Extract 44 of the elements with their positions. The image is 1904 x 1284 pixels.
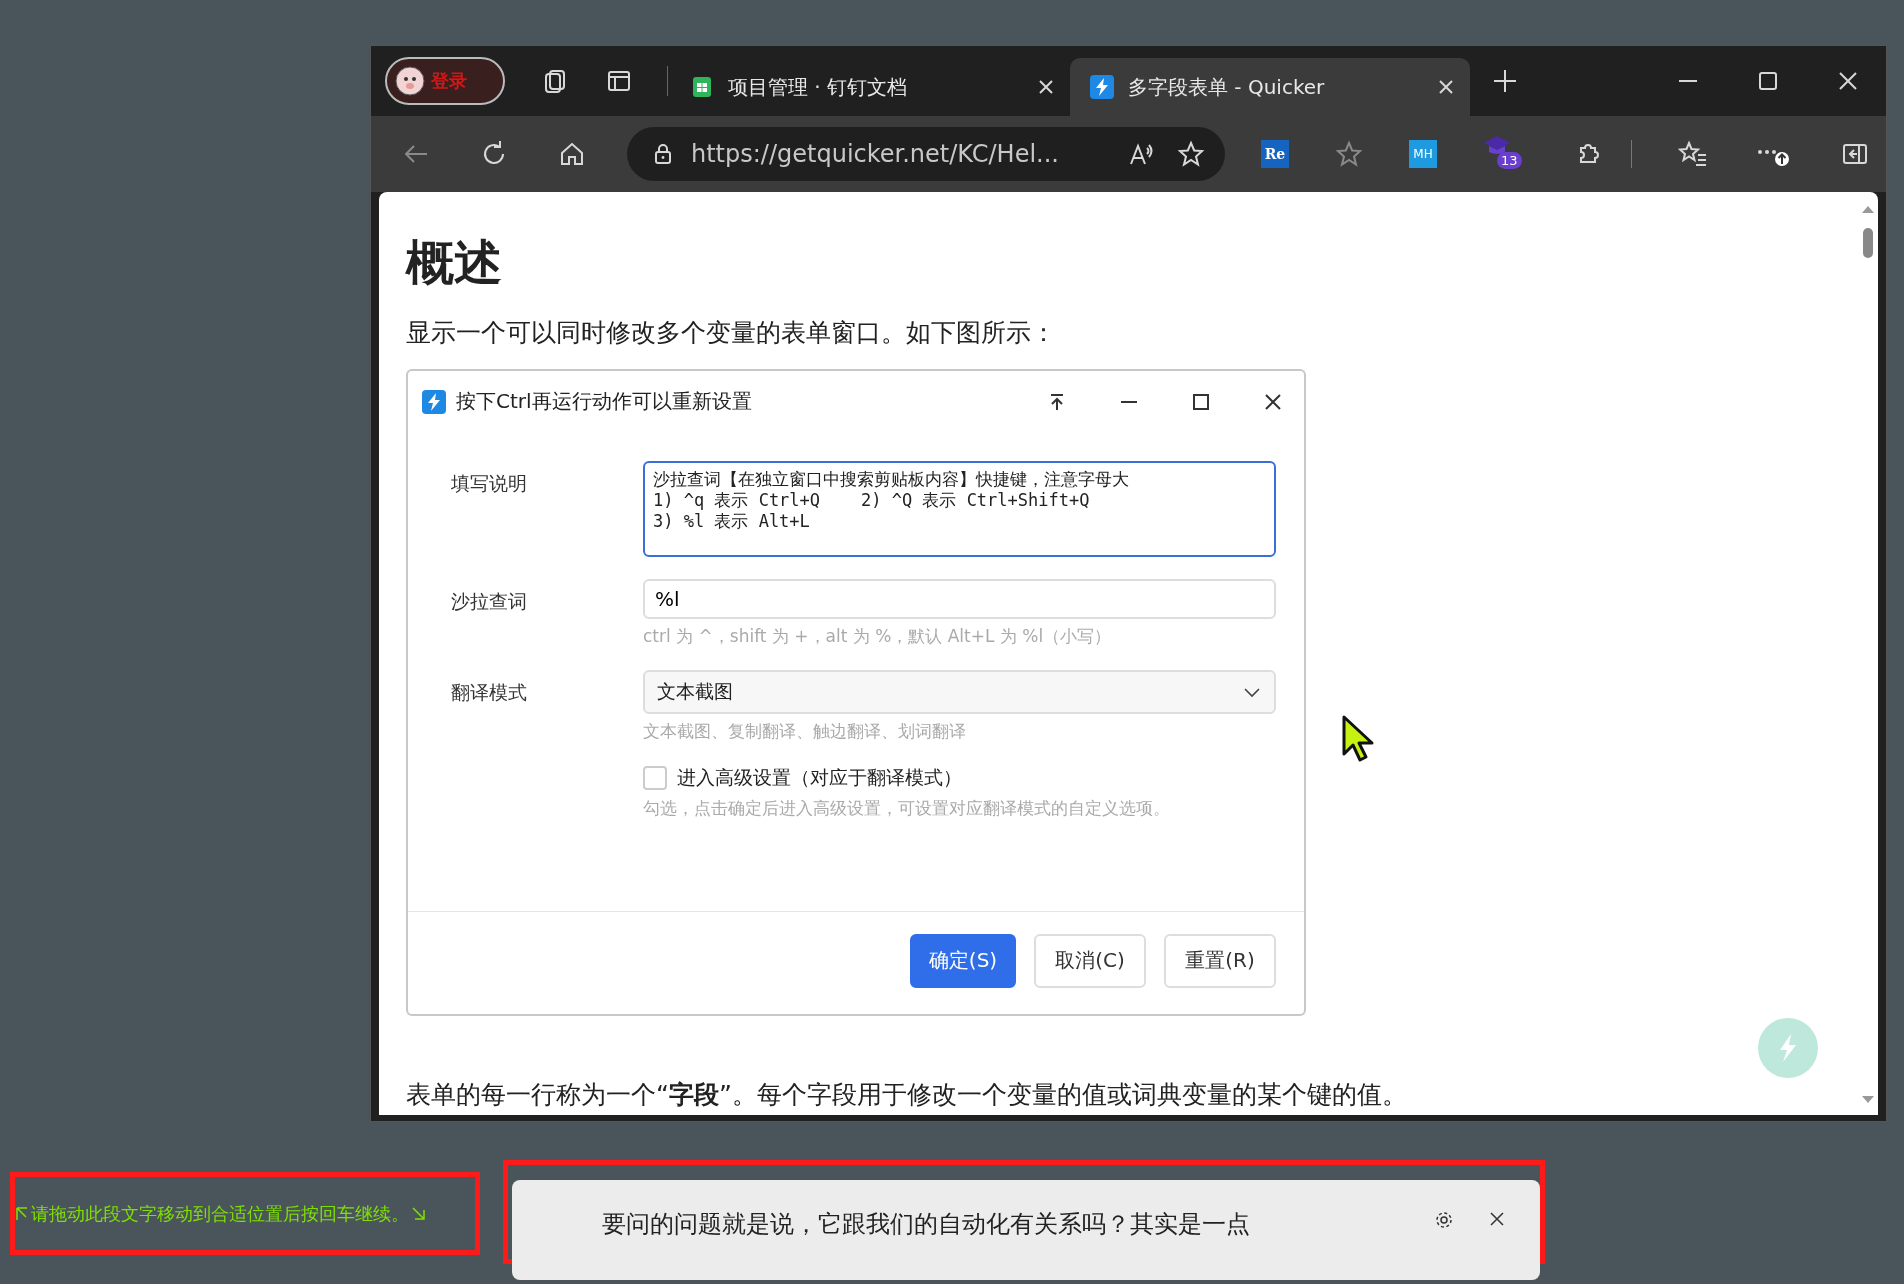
dialog-button[interactable]: 取消(C) (1034, 933, 1146, 988)
star-icon[interactable] (1335, 140, 1363, 168)
page-heading: 概述 (406, 234, 503, 292)
checkbox[interactable] (643, 765, 667, 790)
field-label: 翻译模式 (451, 679, 528, 705)
field-label: 填写说明 (451, 470, 528, 496)
checkbox-label: 进入高级设置（对应于翻译模式） (677, 764, 962, 790)
field-label: 沙拉查词 (451, 588, 528, 614)
corner-arrow-icon (15, 1205, 29, 1222)
lightning-icon (422, 389, 446, 414)
dropdown[interactable]: 文本截图 (643, 669, 1276, 714)
maximize-icon[interactable] (1756, 69, 1780, 93)
resize-corner-icon (411, 1205, 427, 1222)
hint-text: ctrl 为 ^，shift 为 +，alt 为 %，默认 Alt+L 为 %l（小写） (643, 624, 1113, 648)
hint-text: 文本截图、复制翻译、触边翻译、划词翻译 (643, 719, 967, 743)
tab-title: 项目管理 · 钉钉文档 (728, 73, 909, 101)
scroll-thumb[interactable] (1863, 228, 1873, 258)
favorites-icon[interactable] (1678, 139, 1708, 169)
avatar-icon (395, 66, 425, 96)
graduation-cap-extension[interactable]: 13 (1483, 134, 1527, 174)
subtitle-text: 要问的问题就是说，它跟我们的自动化有关系吗？其实是一点 (602, 1209, 1251, 1240)
scroll-down-icon (1861, 1095, 1875, 1105)
dialog-button[interactable]: 重置(R) (1164, 933, 1276, 988)
body-text: 表单的每一行称为一个“字段”。每个字段用于修改一个变量的值或词典变量的某个键的值。 (406, 1078, 1408, 1111)
address-bar[interactable]: https://getquicker.net/KC/Hel... (627, 127, 1225, 181)
confirm-button[interactable]: 确定(S) (910, 933, 1016, 988)
text-area[interactable]: 沙拉查词【在独立窗口中搜索剪贴板内容】快捷键，注意字母大 1) ^q 表示 Ctrl+Q 2) ^Q 表示 Ctrl+Shift+Q 3) %l 表示 Alt+L (643, 460, 1276, 557)
drag-hint-text: 请拖动此段文字移动到合适位置后按回车继续。 (31, 1201, 409, 1226)
scroll-up-icon (1861, 204, 1875, 214)
browser-tab[interactable]: 项目管理 · 钉钉文档 (670, 58, 1070, 116)
close-icon[interactable] (1488, 1210, 1506, 1228)
settings-icon[interactable] (1434, 1210, 1454, 1230)
dialog-title: 按下Ctrl再运行动作可以重新设置 (456, 388, 752, 416)
spreadsheet-icon (690, 75, 714, 99)
graduation-cap-icon (1483, 134, 1511, 156)
intro-text: 显示一个可以同时修改多个变量的表单窗口。如下图所示： (406, 316, 1057, 349)
text-input[interactable]: %l (643, 578, 1276, 619)
url-text: https://getquicker.net/KC/Hel... (691, 140, 1060, 168)
extension-button[interactable]: Re (1261, 140, 1289, 168)
browser-tab[interactable]: 多字段表单 - Quicker (1070, 58, 1470, 116)
count-badge: 13 (1497, 152, 1522, 169)
hint-text: 勾选，点击确定后进入高级设置，可设置对应翻译模式的自定义选项。 (643, 796, 1171, 820)
lightning-icon (1090, 75, 1114, 99)
tab-title: 多字段表单 - Quicker (1128, 73, 1326, 101)
